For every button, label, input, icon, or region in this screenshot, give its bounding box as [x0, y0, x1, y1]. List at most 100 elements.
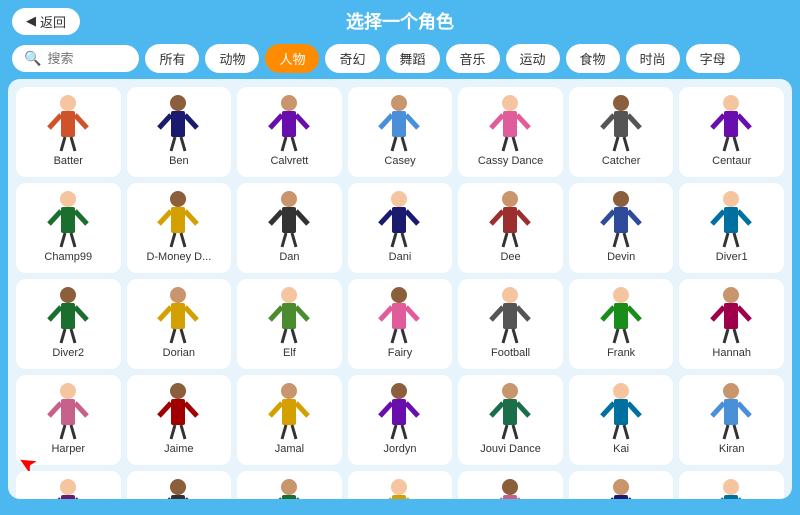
- sprite-card[interactable]: Frank: [569, 279, 674, 369]
- sprite-card[interactable]: Kiran: [679, 375, 784, 465]
- sprite-card[interactable]: Casey: [348, 87, 453, 177]
- sprite-name-label: Jouvi Dance: [480, 443, 541, 455]
- sprite-figure: [38, 189, 98, 249]
- filter-btn-people[interactable]: 人物: [265, 44, 319, 73]
- sprite-name-label: Jordyn: [383, 443, 416, 455]
- sprite-card[interactable]: Cassy Dance: [458, 87, 563, 177]
- filter-btn-animals[interactable]: 动物: [205, 44, 259, 73]
- sprite-card[interactable]: Sprite7: [679, 471, 784, 499]
- sprite-figure: [149, 189, 209, 249]
- filter-btn-music[interactable]: 音乐: [446, 44, 500, 73]
- back-label: 返回: [40, 12, 66, 31]
- sprite-card[interactable]: Jordyn: [348, 375, 453, 465]
- search-icon: 🔍: [24, 50, 41, 67]
- filter-btn-fantasy[interactable]: 奇幻: [325, 44, 379, 73]
- title-bar: ◀ 返回 选择一个角色: [0, 0, 800, 38]
- sprite-figure: [259, 93, 319, 153]
- sprite-name-label: Devin: [607, 251, 635, 263]
- sprite-card[interactable]: Football: [458, 279, 563, 369]
- sprite-figure: [38, 381, 98, 441]
- sprite-card[interactable]: Jamal: [237, 375, 342, 465]
- sprite-figure: [370, 189, 430, 249]
- sprite-card[interactable]: Sprite5: [458, 471, 563, 499]
- sprite-card[interactable]: Diver2: [16, 279, 121, 369]
- sprite-card[interactable]: Dorian: [127, 279, 232, 369]
- filter-btn-dance[interactable]: 舞蹈: [386, 44, 440, 73]
- sprite-name-label: Elf: [283, 347, 296, 359]
- back-arrow-icon: ◀: [26, 13, 36, 29]
- sprite-card[interactable]: Dee: [458, 183, 563, 273]
- sprite-card[interactable]: Dan: [237, 183, 342, 273]
- sprite-name-label: Jaime: [164, 443, 193, 455]
- sprite-name-label: Catcher: [602, 155, 641, 167]
- sprite-figure: [591, 93, 651, 153]
- sprite-figure: [702, 477, 762, 499]
- sprite-figure: [702, 93, 762, 153]
- back-button[interactable]: ◀ 返回: [12, 8, 80, 35]
- sprite-card[interactable]: Harper➤: [16, 375, 121, 465]
- sprite-figure: [702, 189, 762, 249]
- filter-bar: 🔍 所有动物人物奇幻舞蹈音乐运动食物时尚字母: [0, 38, 800, 79]
- sprite-card[interactable]: Catcher: [569, 87, 674, 177]
- search-input[interactable]: [47, 51, 127, 66]
- sprite-card[interactable]: Jaime: [127, 375, 232, 465]
- sprite-grid-container[interactable]: Batter Ben Calvrett Casey Cassy Dance Ca: [8, 79, 792, 499]
- sprite-card[interactable]: Champ99: [16, 183, 121, 273]
- sprite-card[interactable]: Calvrett: [237, 87, 342, 177]
- sprite-name-label: Harper: [51, 443, 85, 455]
- sprite-card[interactable]: Sprite1: [16, 471, 121, 499]
- sprite-figure: [38, 285, 98, 345]
- sprite-name-label: Ben: [169, 155, 189, 167]
- sprite-figure: [702, 381, 762, 441]
- sprite-card[interactable]: Sprite4: [348, 471, 453, 499]
- sprite-name-label: Jamal: [275, 443, 304, 455]
- sprite-figure: [370, 381, 430, 441]
- sprite-card[interactable]: Sprite3: [237, 471, 342, 499]
- sprite-name-label: Hannah: [712, 347, 751, 359]
- sprite-figure: [591, 477, 651, 499]
- sprite-card[interactable]: D-Money D...: [127, 183, 232, 273]
- sprite-card[interactable]: Dani: [348, 183, 453, 273]
- sprite-figure: [149, 93, 209, 153]
- sprite-figure: [149, 285, 209, 345]
- sprite-figure: [259, 381, 319, 441]
- sprite-name-label: Dorian: [163, 347, 195, 359]
- sprite-name-label: Kai: [613, 443, 629, 455]
- sprite-card[interactable]: Devin: [569, 183, 674, 273]
- filter-btn-all[interactable]: 所有: [145, 44, 199, 73]
- sprite-name-label: Diver1: [716, 251, 748, 263]
- sprite-name-label: Football: [491, 347, 530, 359]
- sprite-grid: Batter Ben Calvrett Casey Cassy Dance Ca: [16, 87, 784, 499]
- sprite-card[interactable]: Centaur: [679, 87, 784, 177]
- sprite-figure: [370, 93, 430, 153]
- sprite-figure: [591, 189, 651, 249]
- sprite-name-label: Dan: [279, 251, 299, 263]
- sprite-name-label: Centaur: [712, 155, 751, 167]
- sprite-name-label: Batter: [54, 155, 83, 167]
- page-title: 选择一个角色: [346, 8, 454, 34]
- sprite-card[interactable]: Hannah: [679, 279, 784, 369]
- filter-btn-fashion[interactable]: 时尚: [626, 44, 680, 73]
- sprite-figure: [38, 93, 98, 153]
- filter-btn-food[interactable]: 食物: [566, 44, 620, 73]
- sprite-card[interactable]: Sprite2: [127, 471, 232, 499]
- sprite-name-label: Kiran: [719, 443, 745, 455]
- sprite-card[interactable]: Elf: [237, 279, 342, 369]
- search-box[interactable]: 🔍: [12, 45, 139, 72]
- sprite-card[interactable]: Batter: [16, 87, 121, 177]
- sprite-card[interactable]: Ben: [127, 87, 232, 177]
- sprite-figure: [370, 285, 430, 345]
- sprite-card[interactable]: Jouvi Dance: [458, 375, 563, 465]
- sprite-figure: [370, 477, 430, 499]
- sprite-card[interactable]: Kai: [569, 375, 674, 465]
- sprite-name-label: Frank: [607, 347, 635, 359]
- sprite-name-label: Calvrett: [270, 155, 308, 167]
- sprite-name-label: Diver2: [52, 347, 84, 359]
- sprite-card[interactable]: Diver1: [679, 183, 784, 273]
- sprite-figure: [481, 93, 541, 153]
- sprite-name-label: D-Money D...: [146, 251, 211, 263]
- sprite-card[interactable]: Fairy: [348, 279, 453, 369]
- sprite-card[interactable]: Sprite6: [569, 471, 674, 499]
- filter-btn-sports[interactable]: 运动: [506, 44, 560, 73]
- filter-btn-letters[interactable]: 字母: [686, 44, 740, 73]
